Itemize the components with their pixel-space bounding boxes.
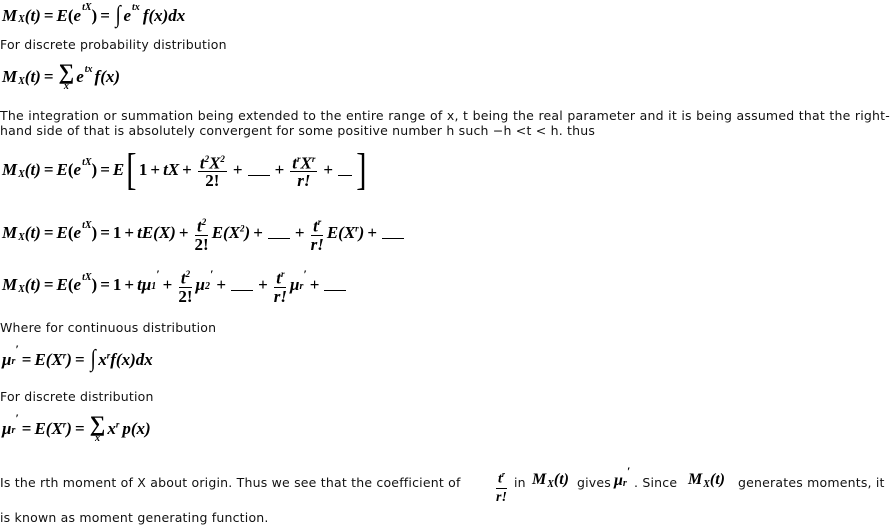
formula-moment-discrete: μ r ′ = E(Xr) = ∑ x xr p(x) [2, 411, 151, 444]
formula-moment-continuous: μ r ′ = E(Xr) = ∫ xr f(x)dx [2, 341, 153, 373]
formula-mgf-discrete: M X (t) = ∑ x e tx f(x) [2, 59, 121, 92]
inline-mgf-2: M X (t) [688, 471, 726, 490]
label-discrete-probability: For discrete probability distribution [0, 37, 227, 52]
inline-mgf-1: M X (t) [532, 471, 570, 490]
integral-icon: ∫ [90, 346, 96, 372]
integral-icon: ∫ [115, 2, 121, 28]
formula-mgf-continuous: M X (t) = E(e tX) = ∫ e tx f(x)dx [2, 2, 186, 28]
inline-mu-r-prime: μ r ′ [614, 464, 631, 489]
formula-expansion-1: M X (t) = E(e tX) = E[ 1 + tX + t2X2 2! + + trX… [2, 145, 367, 194]
final-text-since: . Since [634, 475, 678, 490]
formula-expansion-2: M X (t) = E(e tX) = 1 + tE(X) + t2 2! E(X2) + +… [2, 214, 406, 253]
sigma-icon: ∑ x [58, 59, 75, 92]
label-continuous-distribution: Where for continuous distribution [0, 320, 217, 335]
sigma-icon: ∑ x [89, 411, 106, 444]
final-text-line2: is known as moment generating function. [0, 510, 269, 525]
final-text-in: in [514, 475, 526, 490]
final-text-gives: gives [577, 475, 612, 490]
formula-expansion-3: M X (t) = E(e tX) = 1 + t μ 1 ′ + t2 2! μ 2 ′ + + t… [2, 266, 348, 305]
label-discrete-distribution: For discrete distribution [0, 389, 154, 404]
final-text-part2: generates moments, it [738, 475, 885, 490]
paragraph-convergence: The integration or summation being exten… [0, 108, 890, 138]
final-text-part1: Is the rth moment of X about origin. Thu… [0, 475, 461, 490]
inline-fraction-t-r-over-r-fact: tr r! [496, 466, 508, 506]
